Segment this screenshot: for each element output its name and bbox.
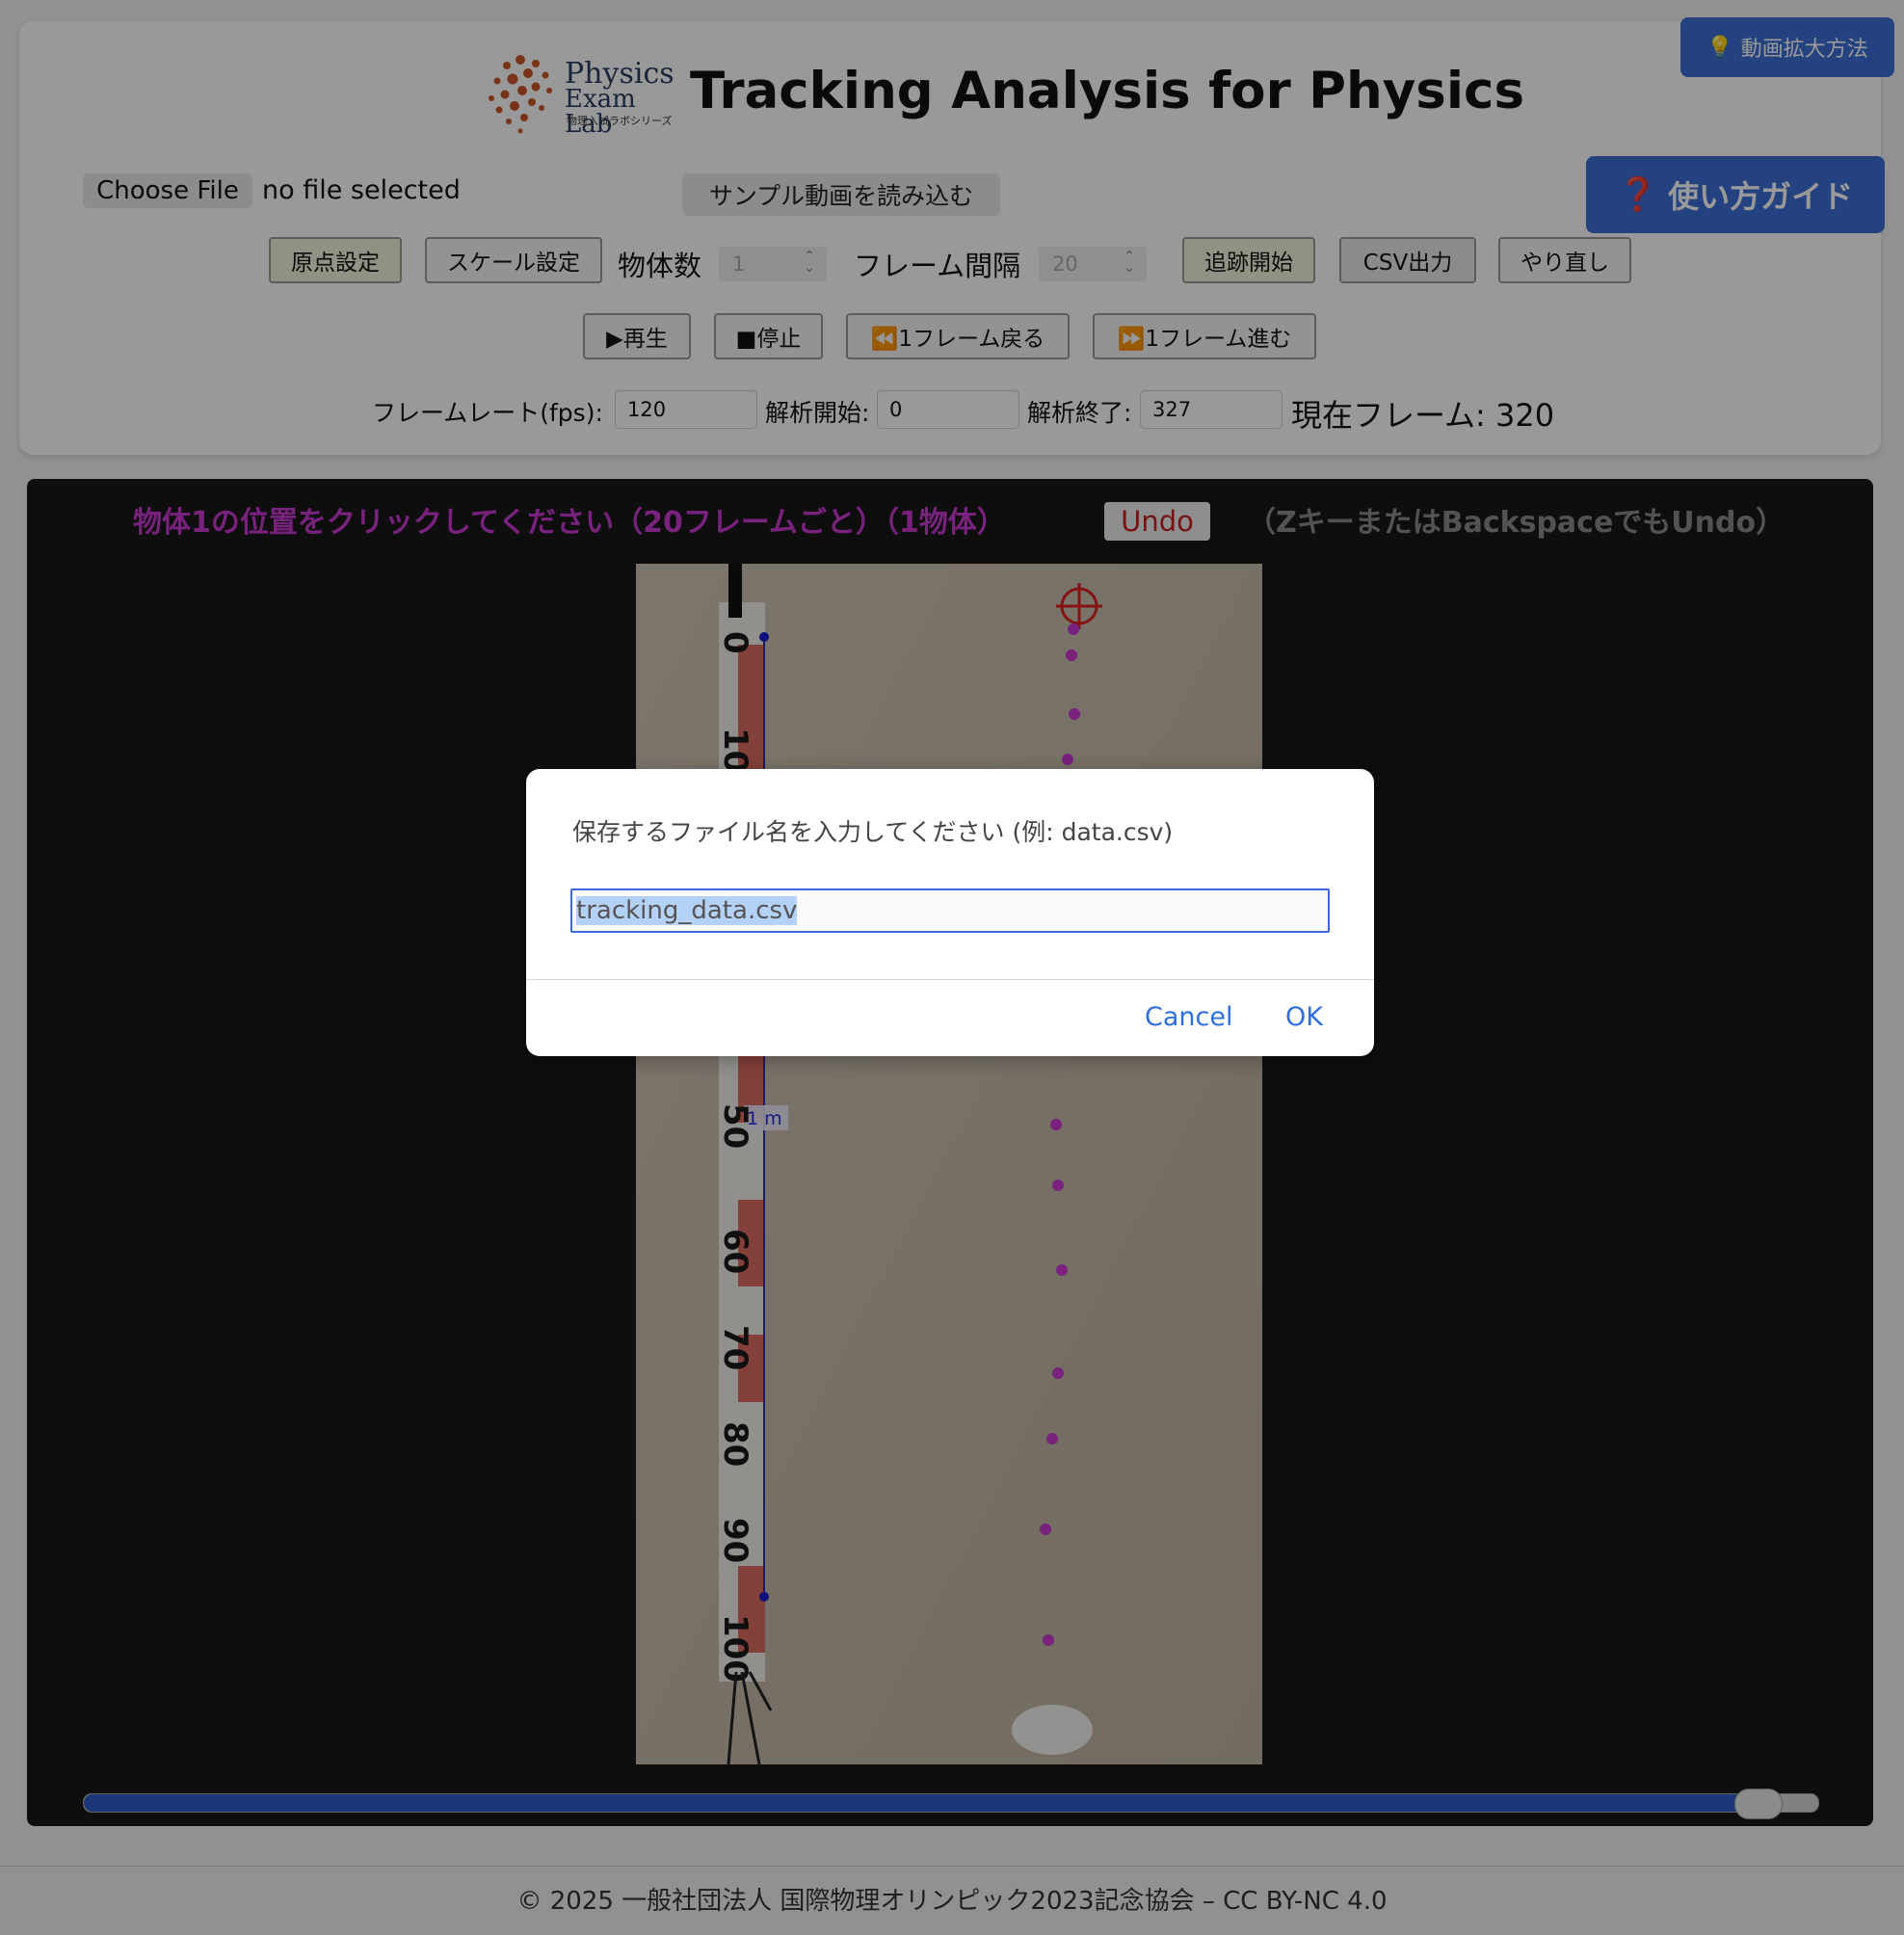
filename-input-value: tracking_data.csv <box>576 896 798 925</box>
filename-prompt-dialog: 保存するファイル名を入力してください (例: data.csv) trackin… <box>526 769 1374 1056</box>
cancel-button[interactable]: Cancel <box>1145 1002 1232 1032</box>
dialog-message: 保存するファイル名を入力してください (例: data.csv) <box>572 818 1174 846</box>
dialog-divider <box>526 979 1374 980</box>
ok-button[interactable]: OK <box>1285 1002 1323 1032</box>
filename-input[interactable]: tracking_data.csv <box>570 888 1330 933</box>
